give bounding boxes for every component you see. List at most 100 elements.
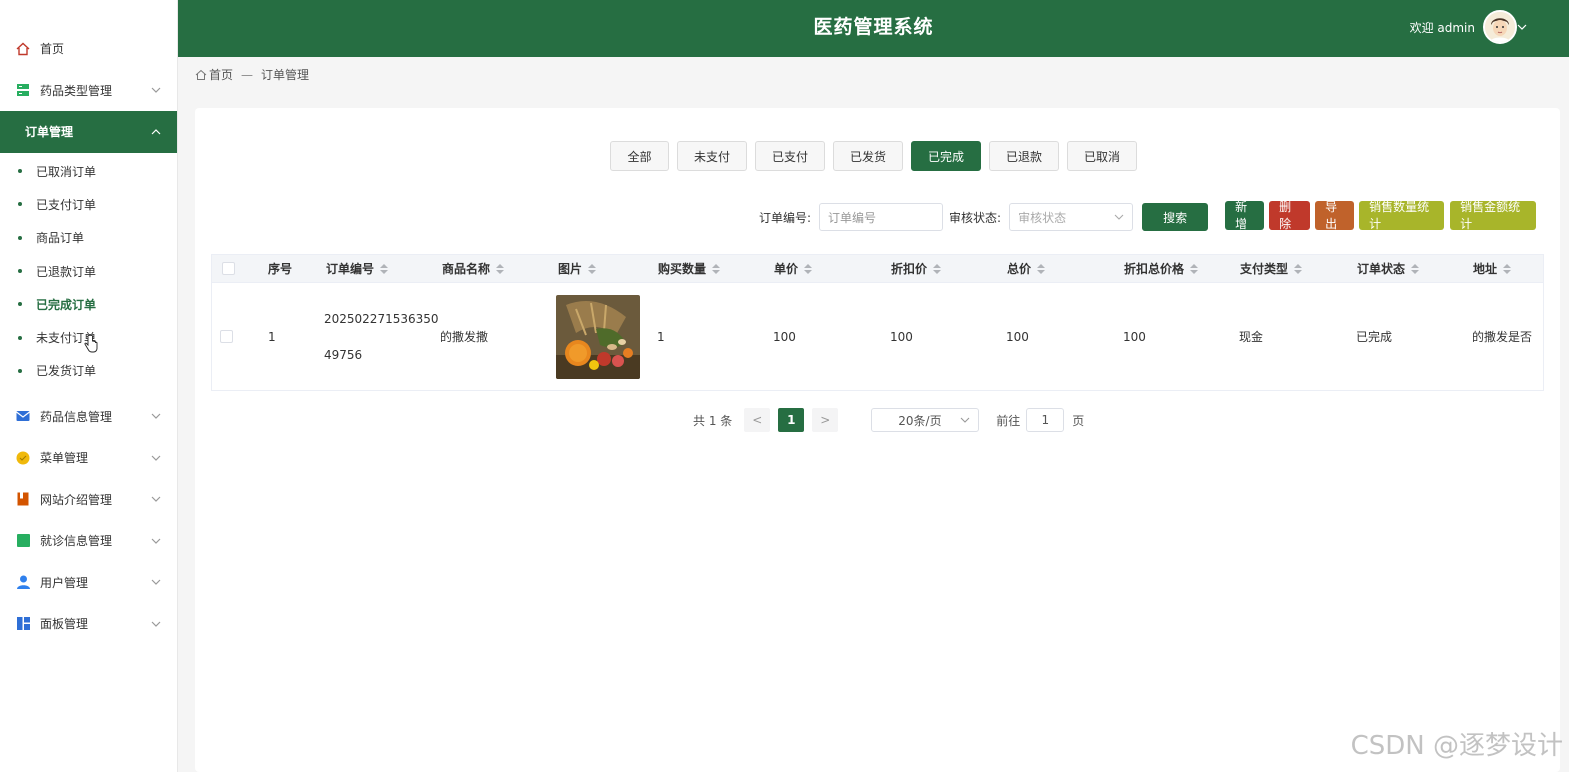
sidebar-item-label: 面板管理 xyxy=(40,617,89,632)
sidebar-item-label: 药品类型管理 xyxy=(40,83,113,98)
sidebar-item-users[interactable]: 用户管理 xyxy=(0,562,177,604)
sort-icon[interactable] xyxy=(1190,263,1199,274)
search-button[interactable]: 搜索 xyxy=(1142,203,1209,231)
sidebar-item-visit-info[interactable]: 就诊信息管理 xyxy=(0,520,177,562)
sidebar-item-menu[interactable]: 菜单管理 xyxy=(0,437,177,479)
column-header[interactable]: 折扣总价格 xyxy=(1124,260,1240,277)
breadcrumb-separator: — xyxy=(241,67,254,82)
goto-page-input[interactable]: 1 xyxy=(1026,408,1065,432)
sort-icon[interactable] xyxy=(496,263,505,274)
column-header[interactable]: 支付类型 xyxy=(1240,260,1357,277)
sidebar-item-site-intro[interactable]: 网站介绍管理 xyxy=(0,479,177,521)
chevron-down-icon xyxy=(151,413,161,420)
status-select-placeholder: 审核状态 xyxy=(1018,210,1067,225)
prev-page-button[interactable]: < xyxy=(744,408,771,432)
sort-icon[interactable] xyxy=(588,263,597,274)
sidebar-item-drug-type[interactable]: 药品类型管理 xyxy=(0,70,177,112)
column-header[interactable]: 订单编号 xyxy=(326,260,442,277)
sort-icon[interactable] xyxy=(1037,263,1046,274)
search-toolbar: 订单编号: 订单编号 审核状态: 审核状态 搜索 新增 删除 导出 销售数量统计… xyxy=(759,200,1537,231)
sidebar-subitem-shipped[interactable]: 已发货订单 xyxy=(0,354,177,387)
bullet-icon xyxy=(18,302,22,307)
column-header[interactable]: 折扣价 xyxy=(891,260,1007,277)
goto-label: 前往 xyxy=(996,413,1021,428)
filter-tab-refunded[interactable]: 已退款 xyxy=(989,141,1059,171)
chevron-down-icon xyxy=(151,455,161,461)
column-header[interactable]: 商品名称 xyxy=(442,260,558,277)
chevron-down-icon xyxy=(151,579,161,586)
sales-amount-stats-button[interactable]: 销售金额统计 xyxy=(1450,200,1537,231)
chevron-down-icon xyxy=(151,496,161,503)
row-checkbox[interactable] xyxy=(220,330,233,343)
cell-product: 的撒发撒 xyxy=(440,330,489,344)
sort-icon[interactable] xyxy=(1503,263,1512,274)
bookmark-icon xyxy=(16,492,30,506)
avatar[interactable] xyxy=(1483,10,1517,44)
sort-icon[interactable] xyxy=(933,263,942,274)
app-title: 医药管理系统 xyxy=(813,16,934,38)
page-number-button[interactable]: 1 xyxy=(778,408,805,432)
column-header[interactable]: 单价 xyxy=(774,260,891,277)
order-no-line: 49756 xyxy=(324,347,363,362)
cell-price: 100 xyxy=(773,329,796,344)
user-icon xyxy=(16,575,30,590)
next-page-button[interactable]: > xyxy=(812,408,839,432)
sidebar-subitem-unpaid[interactable]: 未支付订单 xyxy=(0,321,177,354)
sort-icon[interactable] xyxy=(380,263,389,274)
filter-tab-shipped[interactable]: 已发货 xyxy=(833,141,903,171)
chevron-up-icon xyxy=(151,128,161,135)
add-button[interactable]: 新增 xyxy=(1225,200,1265,231)
breadcrumb-home[interactable]: 首页 xyxy=(209,66,233,83)
cell-qty: 1 xyxy=(657,329,665,344)
order-no-label: 订单编号: xyxy=(759,210,812,225)
column-header[interactable]: 总价 xyxy=(1007,260,1124,277)
orders-table: 序号 订单编号 商品名称 图片 购买数量 单价 折扣价 总价 折扣总价格 支付类… xyxy=(211,254,1544,391)
sidebar-item-home[interactable]: 首页 xyxy=(0,28,177,70)
column-header[interactable]: 购买数量 xyxy=(658,260,774,277)
delete-button[interactable]: 删除 xyxy=(1269,200,1311,231)
sort-icon[interactable] xyxy=(804,263,813,274)
select-all-checkbox[interactable] xyxy=(222,262,235,275)
sidebar-item-panel[interactable]: 面板管理 xyxy=(0,603,177,645)
breadcrumb-current: 订单管理 xyxy=(261,68,310,82)
sidebar-subitem-refunded[interactable]: 已退款订单 xyxy=(0,254,177,287)
column-header[interactable]: 订单状态 xyxy=(1357,260,1473,277)
filter-tab-completed[interactable]: 已完成 xyxy=(911,141,981,171)
cell-total: 100 xyxy=(1006,329,1029,344)
filter-tab-all[interactable]: 全部 xyxy=(610,141,669,171)
sidebar-item-drug-info[interactable]: 药品信息管理 xyxy=(0,396,177,438)
column-header[interactable]: 地址 xyxy=(1473,260,1543,277)
sort-icon[interactable] xyxy=(1294,263,1303,274)
sidebar-item-orders[interactable]: 订单管理 xyxy=(0,111,177,153)
sort-icon[interactable] xyxy=(712,263,721,274)
sidebar-subitem-completed[interactable]: 已完成订单 xyxy=(0,288,177,321)
chevron-down-icon[interactable] xyxy=(1517,22,1527,32)
bullet-icon xyxy=(18,202,22,207)
order-no-input[interactable]: 订单编号 xyxy=(819,203,944,231)
sales-qty-stats-button[interactable]: 销售数量统计 xyxy=(1359,200,1445,231)
product-thumbnail[interactable] xyxy=(556,294,640,379)
sidebar-subitem-cancelled[interactable]: 已取消订单 xyxy=(0,155,177,188)
bullet-icon xyxy=(18,235,22,240)
cell-order-no: 202502271536350 49756 xyxy=(324,301,440,373)
filter-tab-cancelled[interactable]: 已取消 xyxy=(1067,141,1137,171)
orders-submenu: 已取消订单 已支付订单 商品订单 已退款订单 已完成订单 未支付订单 已发货订单 xyxy=(0,153,177,390)
export-button[interactable]: 导出 xyxy=(1315,200,1355,231)
filter-tab-unpaid[interactable]: 未支付 xyxy=(677,141,747,171)
column-header[interactable]: 图片 xyxy=(558,260,658,277)
user-menu[interactable]: 欢迎 admin xyxy=(1410,10,1517,44)
top-header: 医药管理系统 欢迎 admin xyxy=(178,0,1569,57)
chevron-down-icon xyxy=(1114,214,1124,220)
column-header-label: 图片 xyxy=(558,262,583,276)
sidebar-subitem-paid[interactable]: 已支付订单 xyxy=(0,188,177,221)
sidebar-subitem-product-orders[interactable]: 商品订单 xyxy=(0,221,177,254)
table-row[interactable]: 1 202502271536350 49756 的撒发撒 1 100 100 1… xyxy=(212,283,1543,390)
chevron-down-icon xyxy=(151,87,161,94)
page-size-select[interactable]: 20条/页 xyxy=(871,408,980,432)
sidebar-subitem-label: 已发货订单 xyxy=(36,364,97,379)
sidebar-item-label: 订单管理 xyxy=(25,125,74,140)
sort-icon[interactable] xyxy=(1411,263,1420,274)
filter-tab-paid[interactable]: 已支付 xyxy=(755,141,825,171)
cell-pay-type: 现金 xyxy=(1239,330,1264,344)
status-select[interactable]: 审核状态 xyxy=(1009,203,1134,231)
